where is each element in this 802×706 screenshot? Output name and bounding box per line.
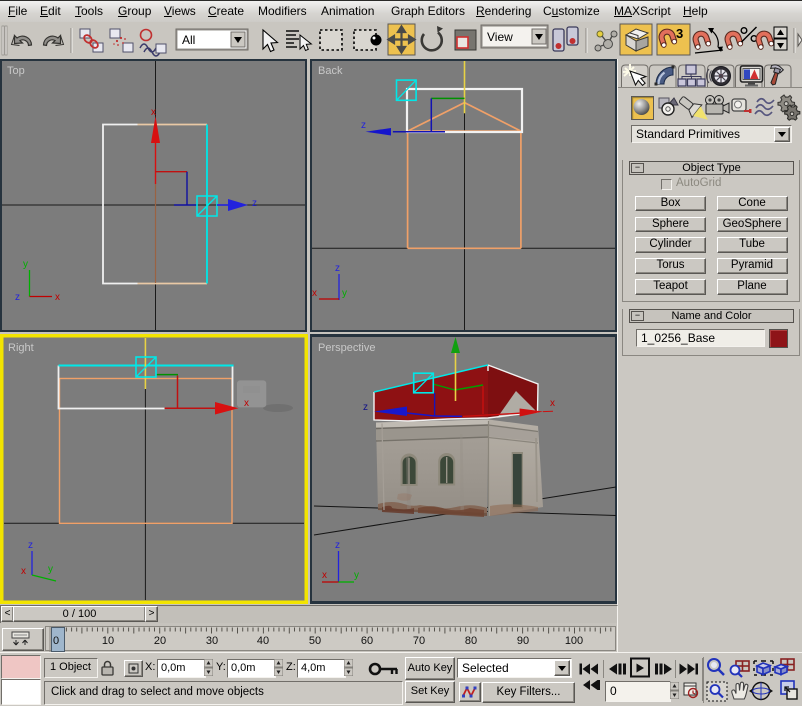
svg-text:x: x — [151, 107, 156, 118]
svg-text:Right: Right — [8, 342, 34, 354]
svg-text:y: y — [48, 564, 53, 575]
svg-text:x: x — [55, 292, 60, 303]
svg-text:x: x — [550, 398, 555, 409]
svg-text:y: y — [23, 259, 28, 270]
svg-text:View: View — [487, 30, 513, 44]
svg-text:Back: Back — [318, 65, 343, 77]
svg-text:z: z — [15, 292, 20, 303]
svg-text:y: y — [354, 570, 359, 581]
svg-text:x: x — [244, 398, 249, 409]
svg-text:3: 3 — [676, 26, 683, 41]
svg-text:z: z — [252, 198, 257, 209]
svg-text:x: x — [312, 288, 317, 299]
svg-text:z: z — [363, 402, 368, 413]
svg-text:Top: Top — [7, 65, 25, 77]
svg-text:Perspective: Perspective — [318, 342, 375, 354]
svg-text:x: x — [322, 570, 327, 581]
svg-text:x: x — [21, 566, 26, 577]
svg-text:z: z — [361, 120, 366, 131]
svg-text:z: z — [335, 263, 340, 274]
svg-text:All: All — [182, 33, 195, 47]
svg-text:z: z — [335, 540, 340, 551]
svg-text:z: z — [28, 540, 33, 551]
svg-text:y: y — [342, 288, 347, 299]
